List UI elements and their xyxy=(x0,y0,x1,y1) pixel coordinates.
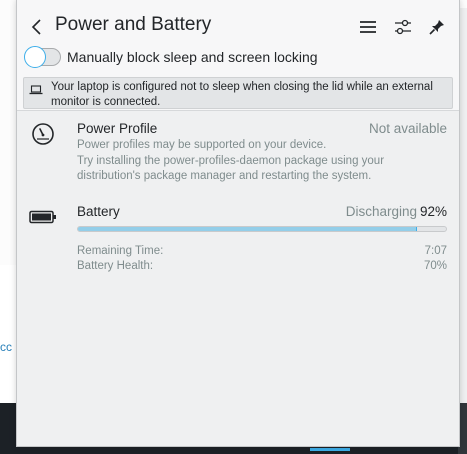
pin-icon xyxy=(429,20,444,35)
power-battery-popup: Power and Battery Manually block sleep a… xyxy=(16,0,460,447)
background-window xyxy=(0,0,17,265)
battery-percent: 92% xyxy=(419,204,447,219)
page-title: Power and Battery xyxy=(55,14,212,35)
notice-text: Your laptop is configured not to sleep w… xyxy=(51,81,433,108)
speedometer-icon xyxy=(32,123,54,145)
toggle-switch[interactable] xyxy=(24,46,61,68)
power-profile-title: Power Profile xyxy=(77,121,158,136)
hamburger-menu-icon xyxy=(360,21,376,33)
battery-title: Battery xyxy=(77,204,120,219)
background-window-text: cc xyxy=(0,340,12,354)
toggle-label: Manually block sleep and screen locking xyxy=(67,49,318,65)
battery-icon xyxy=(29,210,56,224)
power-profile-description: Power profiles may be supported on your … xyxy=(77,138,447,185)
popup-header: Power and Battery Manually block sleep a… xyxy=(17,0,459,111)
configure-button[interactable] xyxy=(391,14,415,40)
task-manager-indicator xyxy=(310,448,350,451)
menu-button[interactable] xyxy=(356,14,380,40)
battery-health-label: Battery Health: xyxy=(77,260,154,272)
laptop-icon xyxy=(29,85,43,95)
remaining-time-label: Remaining Time: xyxy=(77,245,164,257)
battery-progress-bar xyxy=(77,226,447,232)
back-button[interactable] xyxy=(27,14,47,40)
chevron-left-icon xyxy=(31,19,41,35)
battery-health-value: 70% xyxy=(423,260,447,272)
lid-notice: Your laptop is configured not to sleep w… xyxy=(23,77,453,109)
configure-sliders-icon xyxy=(395,19,411,35)
power-profile-description-line: Power profiles may be supported on your … xyxy=(77,139,327,151)
battery-status: Discharging xyxy=(345,204,417,219)
battery-progress-fill xyxy=(78,227,417,231)
power-profile-status: Not available xyxy=(368,121,447,136)
pin-button[interactable] xyxy=(425,14,449,40)
background-window-strip xyxy=(0,265,16,403)
block-sleep-toggle[interactable]: Manually block sleep and screen locking xyxy=(24,46,318,68)
power-profile-description-line: Try installing the power-profiles-daemon… xyxy=(77,154,385,183)
remaining-time-value: 7:07 xyxy=(424,245,447,257)
toggle-knob xyxy=(24,46,46,68)
